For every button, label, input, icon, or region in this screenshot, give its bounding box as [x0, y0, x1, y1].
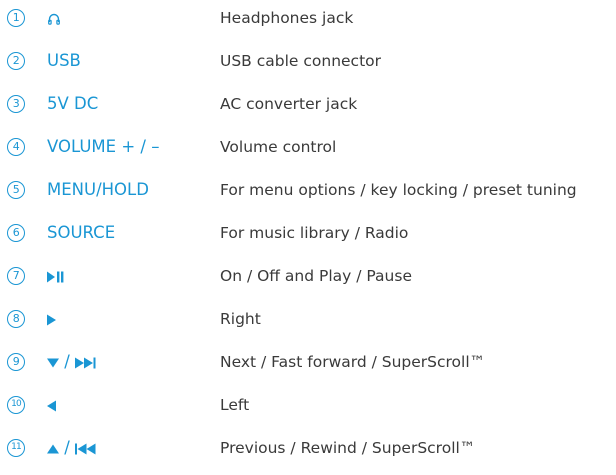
- item-number-badge: 1: [7, 9, 25, 27]
- list-item: 6 SOURCE For music library / Radio: [0, 218, 616, 248]
- list-item: 8 Right: [0, 304, 616, 334]
- item-description: On / Off and Play / Pause: [220, 267, 412, 285]
- list-item: 10 Left: [0, 390, 616, 420]
- key-label: [47, 264, 65, 288]
- rewind-icon: [75, 443, 96, 454]
- headphones-icon: [48, 13, 60, 25]
- item-description: Left: [220, 396, 250, 414]
- right-arrow-icon: [47, 314, 56, 325]
- list-item: 2 USB USB cable connector: [0, 46, 616, 76]
- controls-legend: 1 Headphones jack 2 USB USB cable connec…: [0, 0, 616, 475]
- item-description: Volume control: [220, 138, 337, 156]
- item-description: AC converter jack: [220, 95, 358, 113]
- item-description: Headphones jack: [220, 9, 354, 27]
- list-item: 9 / Next / Fast forward / SuperScroll™: [0, 347, 616, 377]
- key-label: /: [47, 436, 97, 460]
- item-number-badge: 5: [7, 181, 25, 199]
- key-label: VOLUME + / –: [47, 137, 160, 156]
- list-item: 11 / Previous / Rewind / SuperScroll™: [0, 433, 616, 463]
- key-label: MENU/HOLD: [47, 180, 149, 199]
- list-item: 5 MENU/HOLD For menu options / key locki…: [0, 175, 616, 205]
- key-label: [47, 393, 57, 417]
- key-label: [47, 6, 61, 30]
- down-arrow-icon: [47, 358, 59, 367]
- left-arrow-icon: [47, 400, 56, 411]
- item-number-badge: 11: [7, 439, 25, 457]
- item-number-badge: 2: [7, 52, 25, 70]
- item-number-badge: 9: [7, 353, 25, 371]
- key-label: /: [47, 350, 97, 374]
- item-description: USB cable connector: [220, 52, 382, 70]
- list-item: 1 Headphones jack: [0, 3, 616, 33]
- item-number-badge: 7: [7, 267, 25, 285]
- key-separator: /: [59, 352, 76, 371]
- up-arrow-icon: [47, 444, 59, 453]
- key-separator: /: [59, 438, 76, 457]
- play-pause-icon: [47, 271, 64, 282]
- item-number-badge: 4: [7, 138, 25, 156]
- item-description: Next / Fast forward / SuperScroll™: [220, 353, 486, 371]
- item-description: For menu options / key locking / preset …: [220, 181, 577, 199]
- item-number-badge: 10: [7, 396, 25, 414]
- item-description: Right: [220, 310, 261, 328]
- item-description: Previous / Rewind / SuperScroll™: [220, 439, 476, 457]
- key-label: USB: [47, 51, 81, 70]
- key-label: 5V DC: [47, 94, 99, 113]
- list-item: 3 5V DC AC converter jack: [0, 89, 616, 119]
- fast-forward-icon: [75, 357, 96, 368]
- list-item: 7 On / Off and Play / Pause: [0, 261, 616, 291]
- item-number-badge: 3: [7, 95, 25, 113]
- item-number-badge: 8: [7, 310, 25, 328]
- key-label: [47, 307, 57, 331]
- list-item: 4 VOLUME + / – Volume control: [0, 132, 616, 162]
- item-description: For music library / Radio: [220, 224, 409, 242]
- key-label: SOURCE: [47, 223, 116, 242]
- item-number-badge: 6: [7, 224, 25, 242]
